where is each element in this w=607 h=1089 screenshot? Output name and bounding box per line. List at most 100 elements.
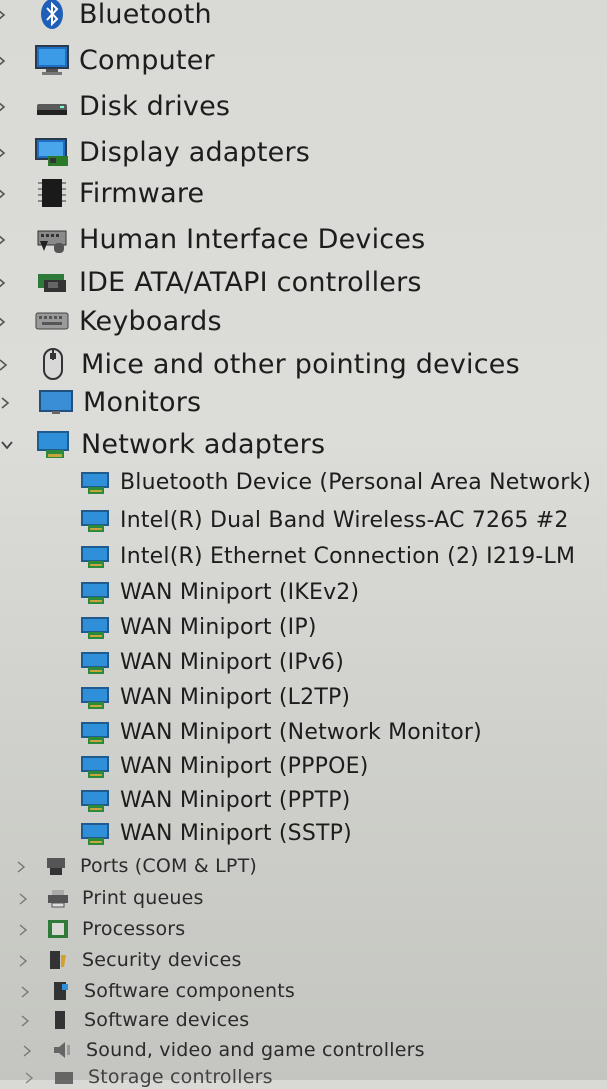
network-adapter-item[interactable]: Intel(R) Dual Band Wireless-AC 7265 #2 [80, 508, 607, 533]
network-adapter-icon [80, 755, 110, 779]
network-adapter-item[interactable]: WAN Miniport (SSTP) [80, 821, 607, 846]
tree-item-ide-controllers[interactable]: IDE ATA/ATAPI controllers [0, 266, 607, 298]
network-adapter-item[interactable]: WAN Miniport (IKEv2) [80, 580, 607, 605]
network-adapter-icon [80, 545, 110, 569]
network-adapter-item[interactable]: WAN Miniport (IP) [80, 615, 607, 640]
security-device-icon [46, 949, 70, 971]
tree-item-software-devices[interactable]: Software devices [18, 1009, 607, 1031]
bluetooth-icon [34, 0, 70, 30]
tree-item-human-interface-devices[interactable]: Human Interface Devices [0, 223, 607, 255]
network-adapter-item[interactable]: WAN Miniport (PPTP) [80, 788, 607, 813]
network-adapter-icon [80, 651, 110, 675]
hid-icon [34, 223, 70, 255]
tree-item-ports[interactable]: Ports (COM & LPT) [14, 855, 607, 877]
tree-item-monitors[interactable]: Monitors [0, 386, 607, 418]
network-adapter-item[interactable]: Intel(R) Ethernet Connection (2) I219-LM [80, 544, 607, 569]
port-icon [44, 855, 68, 877]
network-adapter-icon [80, 581, 110, 605]
network-adapter-icon [80, 822, 110, 846]
processor-icon [46, 918, 70, 940]
network-adapter-label: WAN Miniport (IP) [120, 615, 317, 640]
chevron-right-icon[interactable] [0, 186, 8, 200]
tree-item-disk-drives[interactable]: Disk drives [0, 90, 607, 122]
network-adapter-item[interactable]: WAN Miniport (IPv6) [80, 650, 607, 675]
chevron-right-icon[interactable] [16, 891, 30, 905]
network-adapter-icon [80, 721, 110, 745]
tree-item-label: Disk drives [79, 90, 231, 122]
tree-item-label: IDE ATA/ATAPI controllers [79, 266, 422, 298]
storage-controller-icon [52, 1066, 76, 1088]
tree-item-label: Software components [84, 980, 295, 1002]
firmware-icon [34, 177, 70, 209]
chevron-right-icon[interactable] [18, 984, 32, 998]
chevron-right-icon[interactable] [22, 1070, 36, 1084]
tree-item-mice[interactable]: Mice and other pointing devices [0, 348, 607, 380]
network-adapter-label: Bluetooth Device (Personal Area Network) [120, 470, 592, 495]
tree-item-label: Processors [82, 918, 186, 940]
chevron-right-icon[interactable] [0, 232, 8, 246]
tree-item-label: Print queues [82, 887, 204, 909]
software-component-icon [48, 980, 72, 1002]
display-adapter-icon [34, 136, 70, 168]
tree-item-label: Human Interface Devices [79, 223, 426, 255]
keyboard-icon [34, 305, 70, 337]
chevron-right-icon[interactable] [0, 145, 8, 159]
network-adapter-label: WAN Miniport (L2TP) [120, 685, 351, 710]
tree-item-label: Firmware [79, 177, 205, 209]
tree-item-label: Software devices [84, 1009, 250, 1031]
tree-item-computer[interactable]: Computer [0, 44, 607, 76]
network-adapter-icon [80, 471, 110, 495]
tree-item-software-components[interactable]: Software components [18, 980, 607, 1002]
network-adapter-item[interactable]: WAN Miniport (L2TP) [80, 685, 607, 710]
tree-item-bluetooth[interactable]: Bluetooth [0, 0, 607, 30]
network-adapter-item[interactable]: WAN Miniport (Network Monitor) [80, 720, 607, 745]
tree-item-label: Computer [79, 44, 215, 76]
sound-icon [50, 1039, 74, 1061]
tree-item-storage-controllers[interactable]: Storage controllers [22, 1066, 607, 1088]
device-tree: Bluetooth Computer Disk drives Display a… [0, 0, 607, 1088]
network-adapter-item[interactable]: WAN Miniport (PPPOE) [80, 754, 607, 779]
chevron-right-icon[interactable] [20, 1043, 34, 1057]
monitor-icon [38, 386, 74, 418]
software-device-icon [48, 1009, 72, 1031]
chevron-right-icon[interactable] [0, 53, 8, 67]
network-adapter-icon [80, 686, 110, 710]
network-adapter-icon [80, 789, 110, 813]
tree-item-security-devices[interactable]: Security devices [16, 949, 607, 971]
mouse-icon [36, 348, 72, 380]
tree-item-network-adapters[interactable]: Network adapters [0, 428, 607, 460]
chevron-right-icon[interactable] [14, 859, 28, 873]
network-adapter-label: WAN Miniport (PPTP) [120, 788, 351, 813]
tree-item-label: Keyboards [79, 305, 222, 337]
chevron-right-icon[interactable] [16, 922, 30, 936]
tree-item-display-adapters[interactable]: Display adapters [0, 136, 607, 168]
network-adapter-label: WAN Miniport (PPPOE) [120, 754, 369, 779]
network-adapter-label: WAN Miniport (SSTP) [120, 821, 352, 846]
computer-icon [34, 44, 70, 76]
tree-item-label: Monitors [83, 386, 202, 418]
chevron-right-icon[interactable] [0, 275, 8, 289]
disk-drive-icon [34, 90, 70, 122]
chevron-right-icon[interactable] [0, 395, 12, 409]
tree-item-keyboards[interactable]: Keyboards [0, 305, 607, 337]
network-adapter-icon [36, 428, 72, 460]
tree-item-processors[interactable]: Processors [16, 918, 607, 940]
network-adapter-label: WAN Miniport (Network Monitor) [120, 720, 482, 745]
tree-item-label: Storage controllers [88, 1066, 273, 1088]
tree-item-label: Security devices [82, 949, 242, 971]
network-adapter-label: WAN Miniport (IKEv2) [120, 580, 360, 605]
chevron-down-icon[interactable] [0, 437, 14, 451]
tree-item-print-queues[interactable]: Print queues [16, 887, 607, 909]
tree-item-label: Display adapters [79, 136, 311, 168]
tree-item-label: Network adapters [81, 428, 326, 460]
chevron-right-icon[interactable] [0, 314, 8, 328]
tree-item-sound-video[interactable]: Sound, video and game controllers [20, 1039, 607, 1061]
chevron-right-icon[interactable] [0, 99, 8, 113]
chevron-right-icon[interactable] [0, 7, 8, 21]
network-adapter-label: WAN Miniport (IPv6) [120, 650, 345, 675]
chevron-right-icon[interactable] [18, 1013, 32, 1027]
network-adapter-item[interactable]: Bluetooth Device (Personal Area Network) [80, 470, 607, 495]
tree-item-firmware[interactable]: Firmware [0, 177, 607, 209]
chevron-right-icon[interactable] [16, 953, 30, 967]
chevron-right-icon[interactable] [0, 357, 10, 371]
